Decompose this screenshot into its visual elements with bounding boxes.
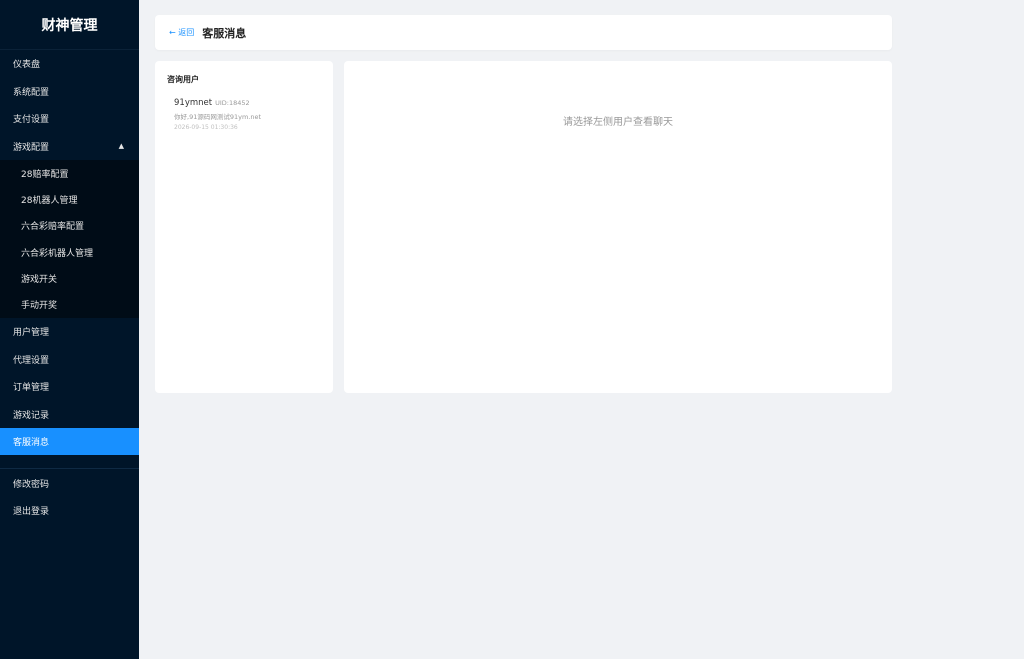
sidebar-item-label: 系统配置 [13, 87, 50, 98]
user-message-time: 2026-09-15 01:30:36 [174, 124, 238, 131]
sidebar: 财神管理 仪表盘 系统配置 支付设置 游戏配置 ▲ 28赔率配置 28机器人管理… [0, 0, 139, 659]
user-name: 91ymnet [174, 98, 213, 108]
sidebar-item-label: 仪表盘 [13, 60, 41, 71]
sidebar-item-customer-service[interactable]: 客服消息 [0, 427, 139, 456]
sidebar-item-manual-draw[interactable]: 手动开奖 [0, 291, 139, 317]
sidebar-item-logout[interactable]: 退出登录 [0, 497, 139, 525]
sidebar-item-label: 28机器人管理 [21, 195, 78, 206]
user-list-item[interactable]: 91ymnet UID:18452 你好,91源码网测试91ym.net 202… [167, 98, 321, 131]
back-button[interactable]: ← 返回 [169, 27, 194, 38]
sidebar-item-label: 六合彩机器人管理 [21, 248, 94, 259]
sidebar-bottom-menu: 修改密码 退出登录 [0, 469, 139, 524]
user-last-message: 你好,91源码网测试91ym.net [174, 113, 262, 121]
sidebar-item-label: 修改密码 [13, 479, 50, 490]
sidebar-item-label: 订单管理 [13, 383, 50, 394]
sidebar-item-lottery-odds-config[interactable]: 六合彩赔率配置 [0, 213, 139, 239]
sidebar-item-game-switch[interactable]: 游戏开关 [0, 265, 139, 291]
sidebar-item-payment-settings[interactable]: 支付设置 [0, 105, 139, 133]
app-logo: 财神管理 [0, 0, 139, 50]
page-title: 客服消息 [202, 26, 247, 40]
chat-panel: 请选择左侧用户查看聊天 [344, 61, 892, 393]
page-header: ← 返回 客服消息 [155, 15, 892, 50]
sidebar-item-28-odds-config[interactable]: 28赔率配置 [0, 160, 139, 186]
sidebar-item-user-management[interactable]: 用户管理 [0, 318, 139, 346]
sidebar-menu: 仪表盘 系统配置 支付设置 游戏配置 ▲ 28赔率配置 28机器人管理 六合彩赔… [0, 50, 139, 456]
user-list-panel: 咨询用户 91ymnet UID:18452 你好,91源码网测试91ym.ne… [155, 61, 333, 393]
collapse-arrow-icon: ▲ [118, 142, 124, 151]
sidebar-item-label: 手动开奖 [21, 301, 58, 312]
sidebar-item-agent-settings[interactable]: 代理设置 [0, 345, 139, 373]
user-header: 91ymnet UID:18452 [174, 98, 321, 108]
sidebar-item-dashboard[interactable]: 仪表盘 [0, 50, 139, 78]
sidebar-item-system-config[interactable]: 系统配置 [0, 78, 139, 106]
game-config-submenu: 28赔率配置 28机器人管理 六合彩赔率配置 六合彩机器人管理 游戏开关 手动开… [0, 160, 139, 318]
sidebar-item-label: 支付设置 [13, 115, 50, 126]
sidebar-item-label: 客服消息 [13, 438, 50, 449]
sidebar-item-label: 游戏记录 [13, 410, 50, 421]
panel-title: 咨询用户 [167, 75, 199, 84]
sidebar-item-label: 游戏开关 [21, 274, 58, 285]
sidebar-item-change-password[interactable]: 修改密码 [0, 469, 139, 497]
sidebar-item-order-management[interactable]: 订单管理 [0, 373, 139, 401]
sidebar-item-label: 28赔率配置 [21, 169, 69, 180]
sidebar-item-label: 用户管理 [13, 328, 50, 339]
sidebar-item-label: 六合彩赔率配置 [21, 222, 85, 233]
sidebar-item-28-robot-management[interactable]: 28机器人管理 [0, 186, 139, 212]
sidebar-item-label: 退出登录 [13, 507, 50, 518]
sidebar-item-game-config[interactable]: 游戏配置 ▲ [0, 133, 139, 161]
chat-empty-hint: 请选择左侧用户查看聊天 [563, 117, 673, 128]
sidebar-item-game-records[interactable]: 游戏记录 [0, 400, 139, 428]
sidebar-item-lottery-robot-management[interactable]: 六合彩机器人管理 [0, 239, 139, 265]
user-uid: UID:18452 [215, 99, 250, 107]
sidebar-item-label: 代理设置 [13, 355, 50, 366]
sidebar-item-label: 游戏配置 [13, 142, 50, 153]
